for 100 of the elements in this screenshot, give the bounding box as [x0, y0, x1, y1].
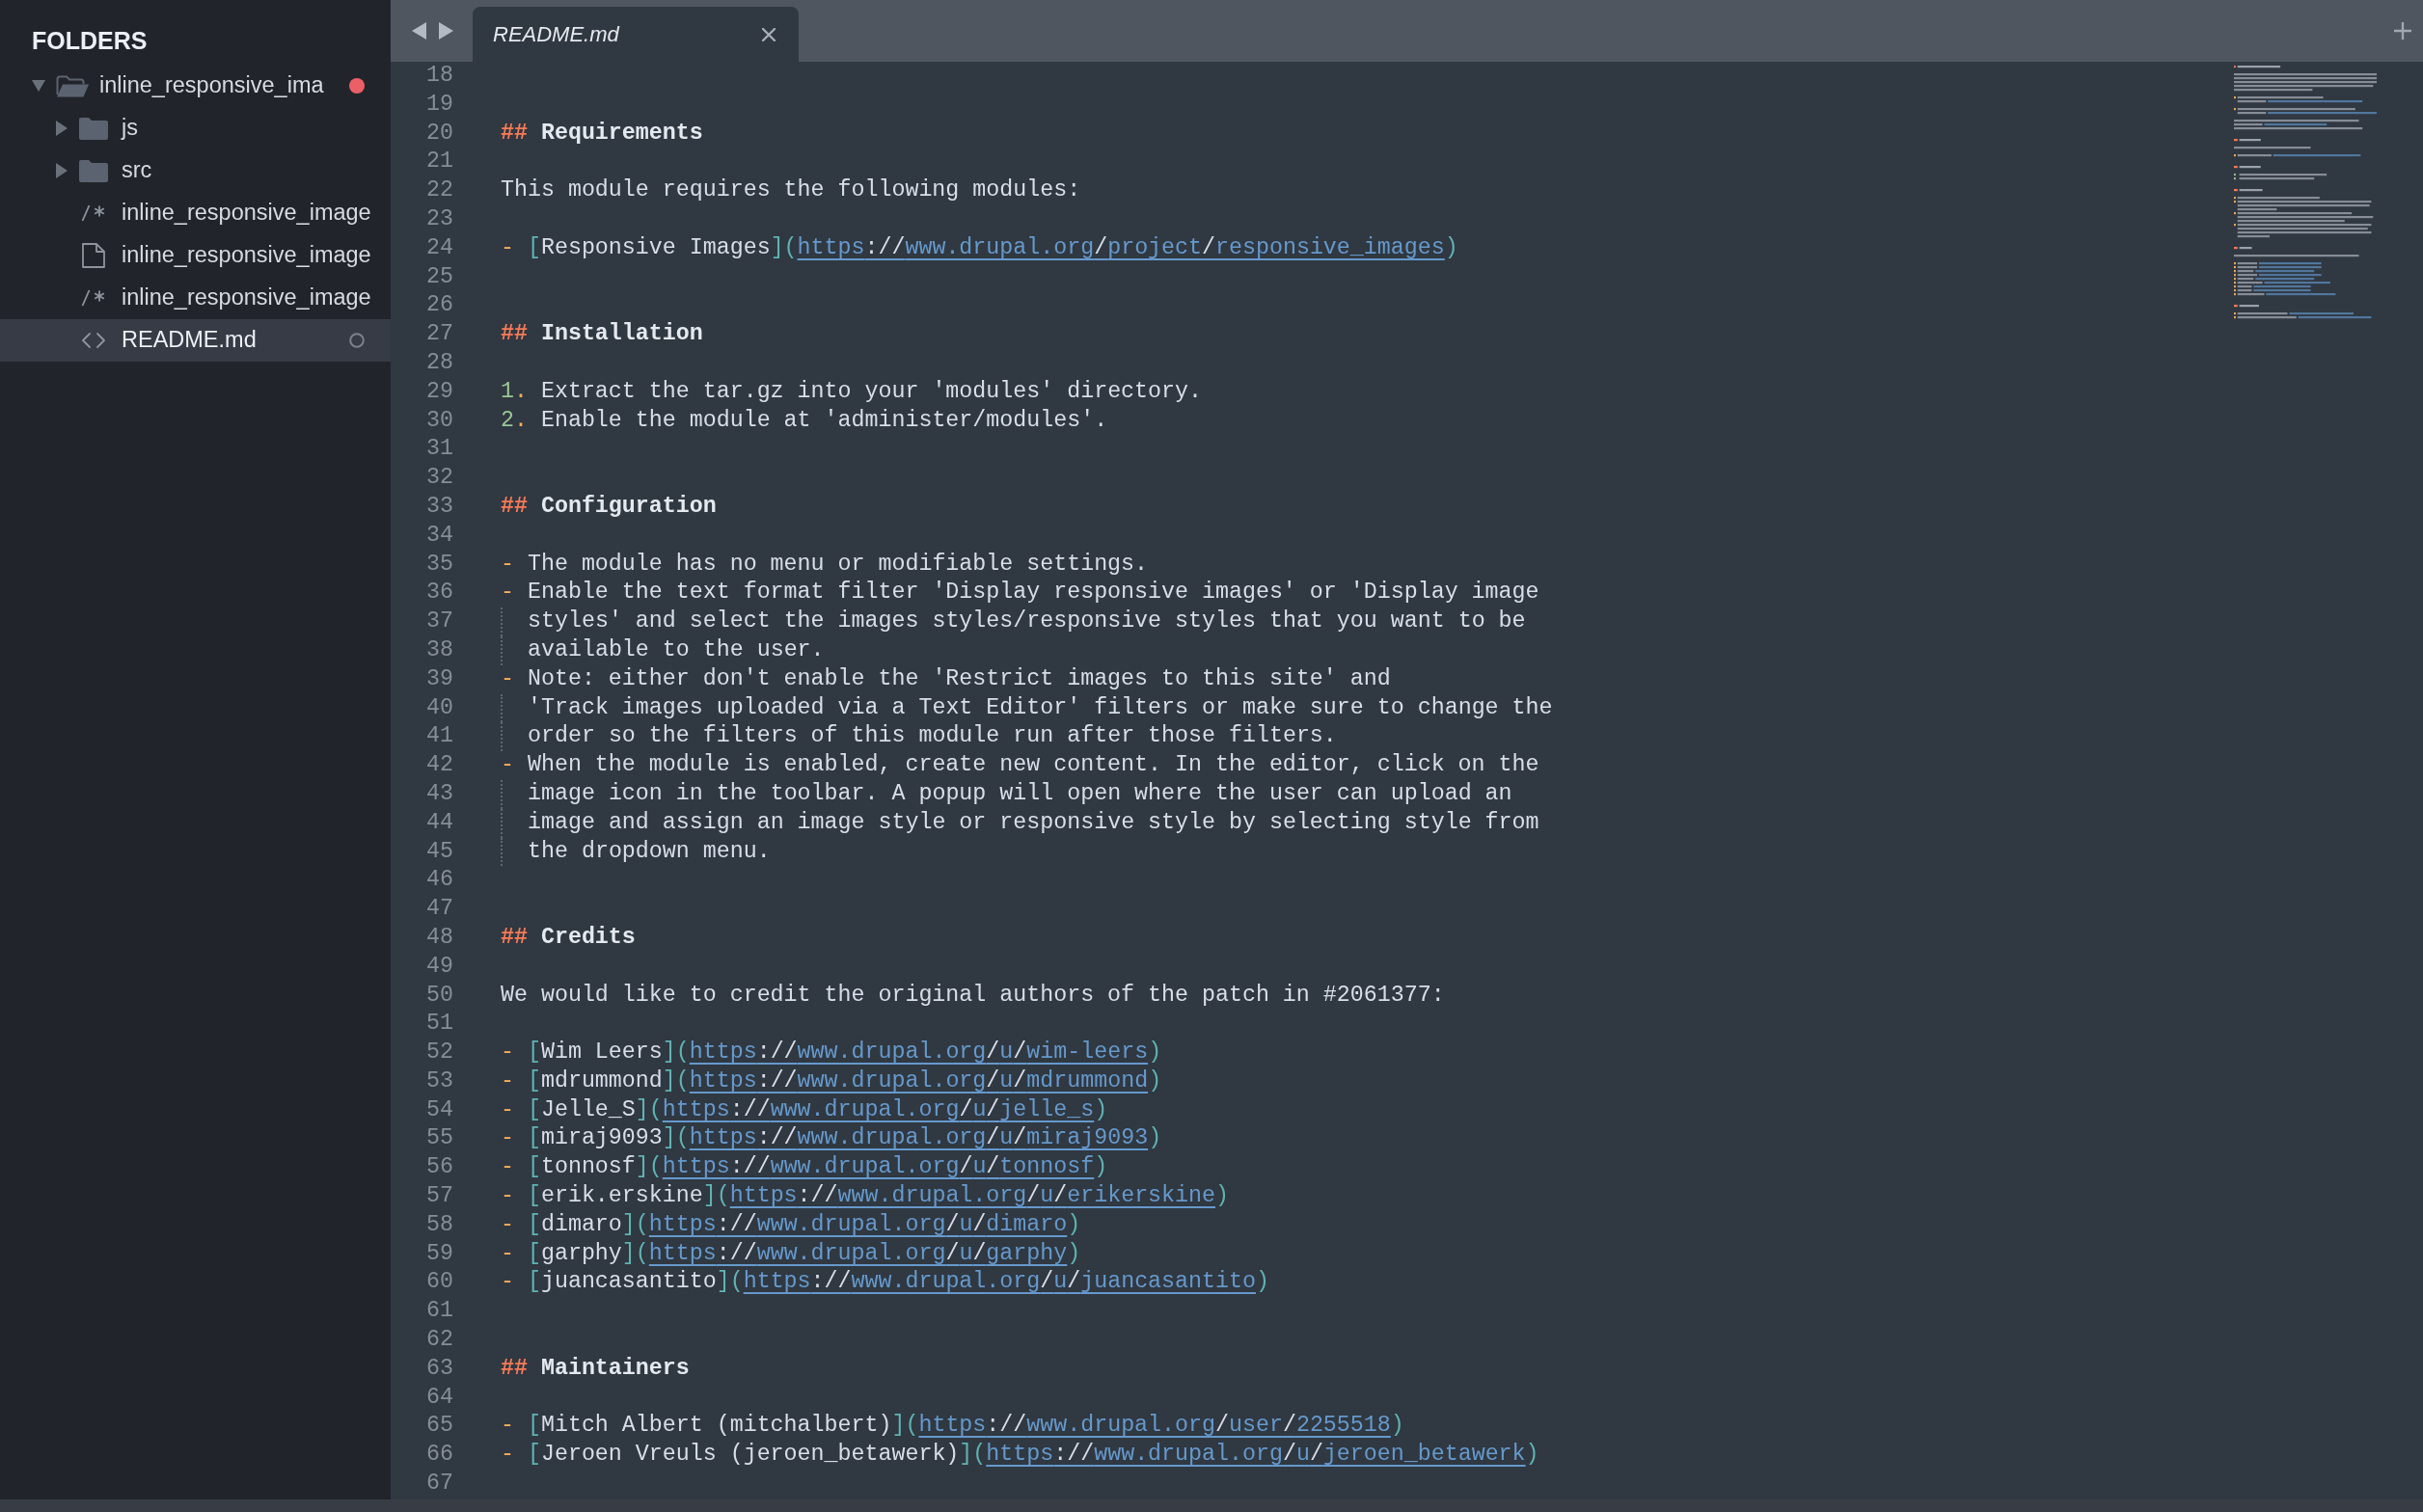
list-item-line: - [Jeroen Vreuls (jeroen_betawerk)](https://www.drupal.org/u/jeroen_betawerk) — [501, 1442, 1539, 1468]
caret-right-icon[interactable] — [56, 163, 68, 178]
link[interactable]: https://www.drupal.org/user/2255518 — [918, 1413, 1391, 1439]
heading-line: ## Installation — [501, 321, 703, 347]
text-line: We would like to credit the original authors of the patch in #2061377: — [501, 982, 1445, 1008]
heading-line: ## Configuration — [501, 493, 717, 519]
file-item[interactable]: README.md — [0, 319, 391, 362]
file-icon — [81, 243, 106, 268]
text-line: 'Track images uploaded via a Text Editor' filters or make sure to change the — [528, 694, 1553, 720]
line-number: 26 — [426, 291, 453, 320]
list-item-line: - [Responsive Images](https://www.drupal.org/project/responsive_images) — [501, 234, 1458, 260]
list-item-line: - [Mitch Albert (mitchalbert)](https://www.drupal.org/user/2255518) — [501, 1413, 1404, 1439]
link[interactable]: https://www.drupal.org/u/garphy — [648, 1240, 1068, 1266]
sidebar-heading: FOLDERS — [32, 27, 148, 54]
code-icon — [81, 332, 106, 349]
folder-item[interactable]: inline_responsive_ima — [0, 65, 391, 107]
line-number: 67 — [426, 1470, 453, 1498]
line-number: 24 — [426, 233, 453, 262]
line-number: 37 — [426, 608, 453, 636]
line-number: 28 — [426, 348, 453, 377]
list-item-line: - [mdrummond](https://www.drupal.org/u/mdrummond) — [501, 1067, 1162, 1094]
line-number: 61 — [426, 1297, 453, 1326]
line-number: 46 — [426, 866, 453, 895]
line-number: 60 — [426, 1268, 453, 1297]
line-number: 41 — [426, 722, 453, 751]
link[interactable]: https://www.drupal.org/u/miraj9093 — [689, 1125, 1149, 1151]
link[interactable]: https://www.drupal.org/u/erikerskine — [729, 1183, 1216, 1209]
list-item-line: - [Jelle_S](https://www.drupal.org/u/jelle_s) — [501, 1096, 1108, 1122]
list-item-line: - [juancasantito](https://www.drupal.org/u/juancasantito) — [501, 1269, 1269, 1295]
line-number: 22 — [426, 176, 453, 205]
line-number: 34 — [426, 521, 453, 550]
text-line: available to the user. — [528, 636, 825, 662]
file-item[interactable]: inline_responsive_image — [0, 277, 391, 319]
text-line: image icon in the toolbar. A popup will open where the user can upload an — [528, 780, 1512, 806]
link[interactable]: https://www.drupal.org/u/wim-leers — [689, 1040, 1149, 1066]
file-item[interactable]: inline_responsive_image — [0, 234, 391, 277]
list-item-line: - [Wim Leers](https://www.drupal.org/u/wim-leers) — [501, 1040, 1162, 1066]
open-folder-icon — [56, 74, 89, 97]
line-number: 48 — [426, 923, 453, 952]
line-number: 63 — [426, 1354, 453, 1383]
tab[interactable]: README.md — [473, 7, 799, 62]
line-number: 62 — [426, 1326, 453, 1355]
heading-line: ## Credits — [501, 924, 636, 950]
link[interactable]: https://www.drupal.org/u/jeroen_betawerk — [986, 1442, 1526, 1468]
folder-icon — [79, 159, 108, 182]
text-line: styles' and select the images styles/responsive styles that you want to be — [528, 608, 1526, 634]
plus-icon — [2394, 22, 2411, 40]
line-number: 27 — [426, 320, 453, 349]
list-item-line: 1. Extract the tar.gz into your 'modules' directory. — [501, 378, 1202, 404]
line-number: 66 — [426, 1441, 453, 1470]
line-number: 52 — [426, 1039, 453, 1067]
list-item-line: - When the module is enabled, create new content. In the editor, click on the — [501, 752, 1539, 778]
line-number: 31 — [426, 435, 453, 464]
folder-icon — [79, 117, 108, 140]
line-number: 58 — [426, 1210, 453, 1239]
file-item[interactable]: inline_responsive_image — [0, 192, 391, 234]
line-number: 65 — [426, 1412, 453, 1441]
line-number: 39 — [426, 664, 453, 693]
line-number: 47 — [426, 895, 453, 924]
link[interactable]: https://www.drupal.org/u/juancasantito — [743, 1269, 1256, 1295]
slash-asterisk-icon — [81, 204, 106, 222]
folder-item[interactable]: src — [0, 149, 391, 192]
heading-line: ## Maintainers — [501, 1355, 690, 1381]
line-number: 43 — [426, 779, 453, 808]
line-number: 54 — [426, 1095, 453, 1124]
link[interactable]: https://www.drupal.org/u/dimaro — [648, 1211, 1068, 1237]
line-number: 51 — [426, 1010, 453, 1039]
triangle-left-icon — [411, 22, 426, 40]
folder-item[interactable]: js — [0, 107, 391, 149]
line-number: 35 — [426, 550, 453, 579]
line-number: 18 — [426, 62, 453, 90]
link[interactable]: https://www.drupal.org/u/jelle_s — [662, 1096, 1095, 1122]
line-number: 50 — [426, 981, 453, 1010]
line-number: 38 — [426, 635, 453, 664]
link[interactable]: https://www.drupal.org/u/mdrummond — [689, 1067, 1149, 1094]
line-number: 19 — [426, 90, 453, 119]
link[interactable]: https://www.drupal.org/u/tonnosf — [662, 1154, 1095, 1180]
list-item-line: 2. Enable the module at 'administer/modules'. — [501, 407, 1108, 433]
line-number: 36 — [426, 579, 453, 608]
line-number: 59 — [426, 1239, 453, 1268]
line-number: 21 — [426, 148, 453, 176]
line-number: 23 — [426, 205, 453, 233]
line-number: 32 — [426, 464, 453, 493]
list-item-line: - The module has no menu or modifiable settings. — [501, 551, 1149, 577]
line-number: 49 — [426, 952, 453, 981]
line-number: 64 — [426, 1383, 453, 1412]
link[interactable]: https://www.drupal.org/project/responsive_images — [797, 234, 1445, 260]
slash-asterisk-icon — [81, 289, 106, 307]
caret-down-icon[interactable] — [32, 80, 45, 92]
text-line: the dropdown menu. — [528, 838, 771, 864]
caret-right-icon[interactable] — [56, 121, 68, 136]
line-number: 55 — [426, 1124, 453, 1153]
list-item-line: - [dimaro](https://www.drupal.org/u/dimaro) — [501, 1211, 1081, 1237]
line-number: 45 — [426, 837, 453, 866]
line-number: 56 — [426, 1153, 453, 1182]
line-number: 40 — [426, 693, 453, 722]
line-number: 44 — [426, 808, 453, 837]
line-number: 30 — [426, 406, 453, 435]
line-number: 25 — [426, 262, 453, 291]
close-icon — [762, 27, 776, 41]
